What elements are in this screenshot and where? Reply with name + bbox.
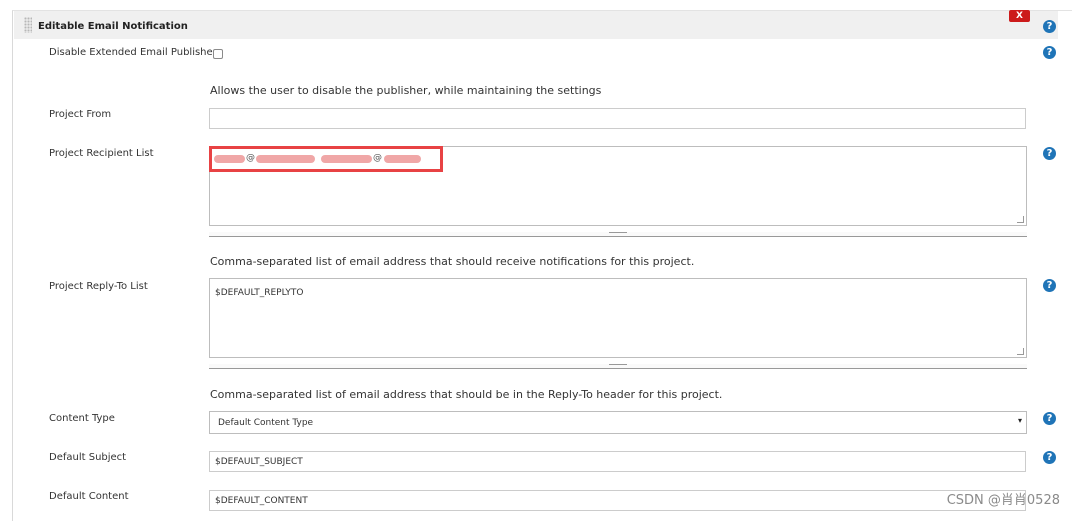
recipient-list-description: Comma-separated list of email address th…: [210, 255, 695, 268]
section-title: Editable Email Notification: [38, 21, 188, 32]
reply-to-label: Project Reply-To List: [49, 281, 148, 292]
help-icon[interactable]: ?: [1043, 46, 1056, 59]
help-icon[interactable]: ?: [1043, 20, 1056, 33]
reply-to-value: $DEFAULT_REPLYTO: [215, 288, 304, 298]
disable-publisher-checkbox[interactable]: [213, 49, 223, 59]
disable-publisher-label: Disable Extended Email Publisher: [49, 47, 217, 58]
expand-textarea-bar[interactable]: [209, 364, 1027, 369]
disable-publisher-description: Allows the user to disable the publisher…: [210, 84, 602, 97]
grip-icon: [609, 364, 627, 369]
highlight-box: [209, 146, 443, 172]
help-icon[interactable]: ?: [1043, 451, 1056, 464]
resize-handle-icon[interactable]: [1017, 216, 1024, 223]
content-type-label: Content Type: [49, 413, 115, 424]
default-content-label: Default Content: [49, 491, 129, 502]
default-content-input[interactable]: $DEFAULT_CONTENT: [209, 490, 1026, 511]
content-type-select[interactable]: Default Content Type ▾: [209, 411, 1027, 434]
resize-handle-icon[interactable]: [1017, 348, 1024, 355]
help-icon[interactable]: ?: [1043, 279, 1056, 292]
project-from-label: Project From: [49, 109, 112, 120]
reply-to-textarea[interactable]: $DEFAULT_REPLYTO: [209, 278, 1027, 358]
expand-textarea-bar[interactable]: [209, 232, 1027, 237]
drag-handle-icon[interactable]: [24, 17, 32, 33]
content-type-selected: Default Content Type: [218, 418, 314, 428]
project-from-input[interactable]: [209, 108, 1026, 129]
help-icon[interactable]: ?: [1043, 412, 1056, 425]
recipient-list-label: Project Recipient List: [49, 148, 154, 159]
default-subject-input[interactable]: $DEFAULT_SUBJECT: [209, 451, 1026, 472]
help-icon[interactable]: ?: [1043, 147, 1056, 160]
watermark: CSDN @肖肖0528: [946, 493, 1060, 508]
chevron-down-icon: ▾: [1017, 416, 1022, 425]
grip-icon: [609, 232, 627, 237]
delete-section-button[interactable]: X: [1009, 10, 1030, 22]
default-subject-label: Default Subject: [49, 452, 127, 463]
reply-to-description: Comma-separated list of email address th…: [210, 388, 723, 401]
